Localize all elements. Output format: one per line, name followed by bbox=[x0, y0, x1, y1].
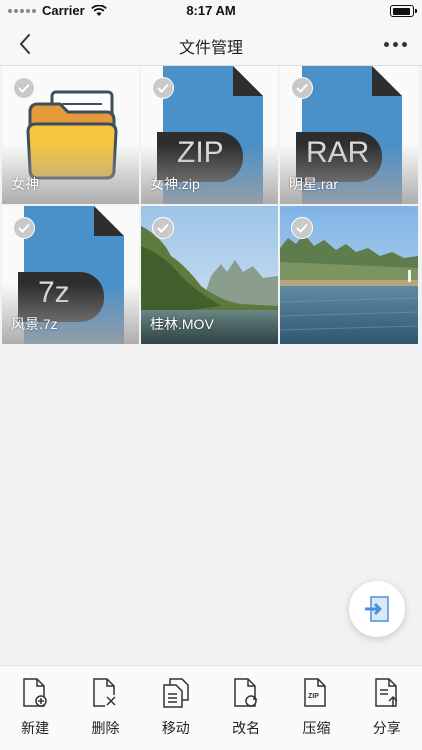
file-tile[interactable]: RAR 明星.rar bbox=[280, 66, 418, 204]
tool-label: 移动 bbox=[161, 720, 190, 736]
select-checkbox[interactable] bbox=[13, 217, 35, 239]
select-checkbox[interactable] bbox=[291, 77, 313, 99]
file-name: 女神 bbox=[11, 176, 39, 192]
select-checkbox[interactable] bbox=[152, 217, 174, 239]
status-time: 8:17 AM bbox=[186, 3, 236, 18]
rename-button[interactable]: 改名 bbox=[211, 666, 281, 750]
delete-file-icon bbox=[93, 678, 118, 707]
ellipsis-icon bbox=[383, 41, 389, 47]
page-title: 文件管理 bbox=[178, 40, 243, 57]
file-tile[interactable]: ZIP 女神.zip bbox=[141, 66, 278, 204]
file-name: 风景.7z bbox=[11, 316, 58, 332]
bottom-toolbar: 新建 删除 移动 改名 ZIP 压缩 分享 bbox=[0, 665, 422, 750]
file-tile[interactable] bbox=[280, 206, 418, 344]
import-button[interactable] bbox=[349, 581, 405, 637]
tool-label: 删除 bbox=[91, 720, 120, 736]
tool-label: 新建 bbox=[21, 720, 50, 736]
more-button[interactable] bbox=[382, 36, 408, 52]
select-checkbox[interactable] bbox=[291, 217, 313, 239]
file-tile[interactable]: 7z 风景.7z bbox=[2, 206, 139, 344]
move-button[interactable]: 移动 bbox=[141, 666, 211, 750]
select-checkbox[interactable] bbox=[13, 77, 35, 99]
file-tile[interactable]: 桂林.MOV bbox=[141, 206, 278, 344]
new-file-icon bbox=[23, 678, 47, 707]
delete-button[interactable]: 删除 bbox=[70, 666, 140, 750]
share-button[interactable]: 分享 bbox=[352, 666, 422, 750]
tool-label: 压缩 bbox=[302, 720, 331, 736]
new-button[interactable]: 新建 bbox=[0, 666, 70, 750]
battery-icon bbox=[390, 5, 417, 17]
file-grid: 女神 ZIP 女神.zip RAR 明星.rar bbox=[2, 66, 418, 344]
file-tile[interactable]: 女神 bbox=[2, 66, 139, 204]
tool-label: 改名 bbox=[232, 720, 261, 736]
compress-file-icon: ZIP bbox=[304, 678, 327, 707]
svg-text:ZIP: ZIP bbox=[308, 693, 319, 700]
share-file-icon bbox=[375, 678, 398, 707]
tool-label: 分享 bbox=[372, 720, 401, 736]
compress-button[interactable]: ZIP 压缩 bbox=[281, 666, 351, 750]
file-name: 桂林.MOV bbox=[150, 316, 214, 332]
move-file-icon bbox=[163, 678, 189, 708]
file-name: 明星.rar bbox=[289, 176, 338, 192]
rename-file-icon bbox=[234, 678, 258, 707]
status-bar: Carrier 8:17 AM bbox=[0, 0, 422, 22]
file-name: 女神.zip bbox=[150, 176, 200, 192]
import-icon bbox=[365, 596, 389, 622]
select-checkbox[interactable] bbox=[152, 77, 174, 99]
nav-bar: 文件管理 bbox=[0, 22, 422, 66]
